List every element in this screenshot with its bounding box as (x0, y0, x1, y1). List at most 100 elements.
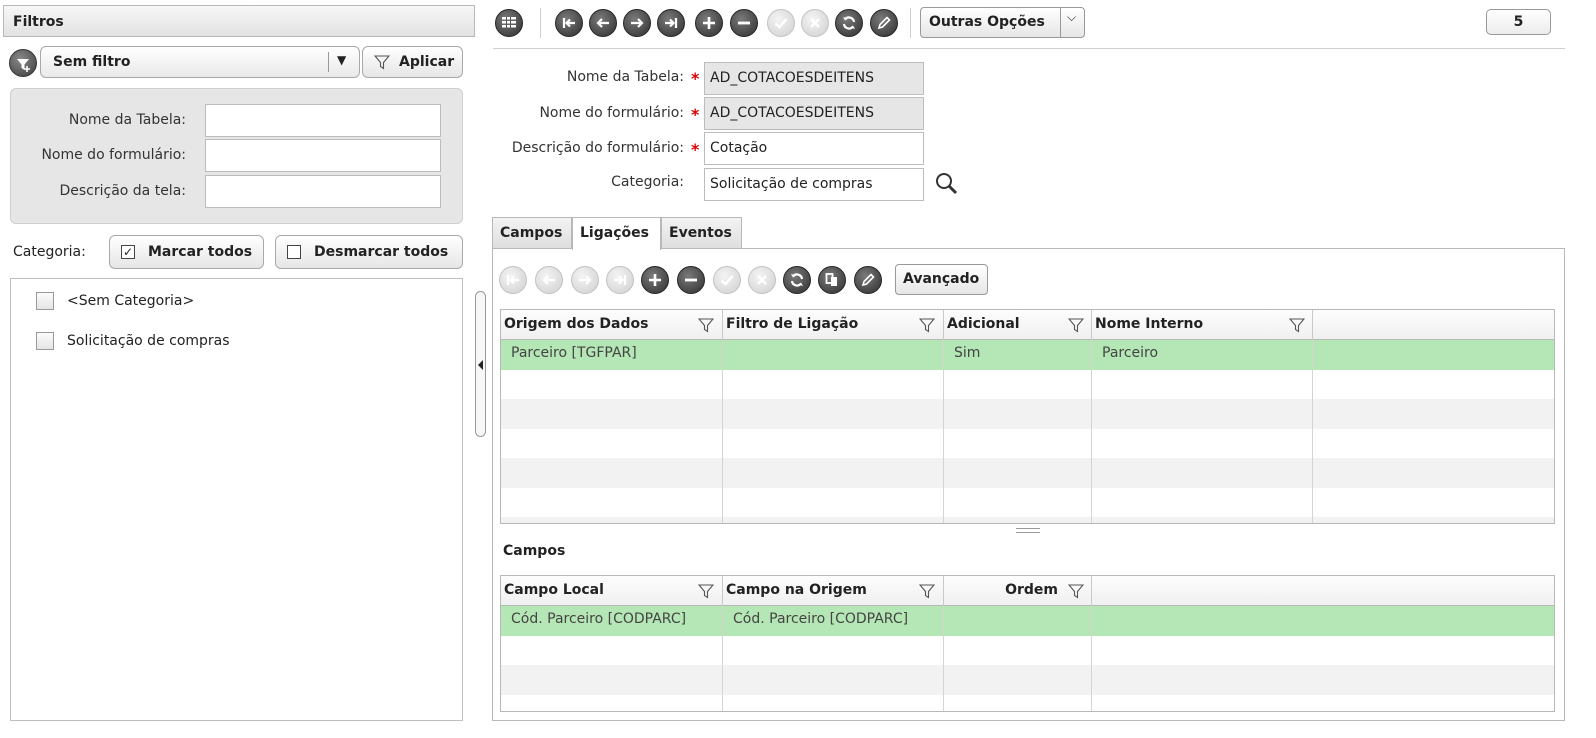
record-counter[interactable]: 5 (1486, 9, 1551, 35)
column-filter-icon[interactable] (919, 318, 935, 333)
filter-form-name-label: Nome do formulário: (41, 147, 186, 163)
links-grid-header: Origem dos Dados Filtro de Ligação Adici… (501, 310, 1554, 340)
category-field-label: Categoria: (611, 174, 684, 190)
column-divider (1091, 606, 1092, 711)
cancel-icon[interactable] (801, 9, 829, 37)
confirm-icon[interactable] (713, 266, 741, 294)
column-header-adicional[interactable]: Adicional (944, 310, 1092, 340)
column-header-campo-origem[interactable]: Campo na Origem (723, 576, 944, 606)
form-description-field[interactable]: Cotação (704, 132, 924, 165)
table-row[interactable]: Cód. Parceiro [CODPARC] Cód. Parceiro [C… (501, 606, 1554, 636)
table-name-field[interactable]: AD_COTACOESDEITENS (704, 62, 924, 95)
toolbar-divider (910, 8, 911, 38)
links-grid: Origem dos Dados Filtro de Ligação Adici… (500, 309, 1555, 524)
column-filter-icon[interactable] (1068, 584, 1084, 599)
mark-all-label: Marcar todos (148, 244, 253, 260)
unchecked-box-icon (287, 245, 301, 259)
search-icon[interactable] (934, 171, 960, 197)
cancel-icon[interactable] (748, 266, 776, 294)
remove-icon[interactable] (730, 9, 758, 37)
empty-row (501, 370, 1554, 400)
column-filter-icon[interactable] (698, 584, 714, 599)
tab-eventos[interactable]: Eventos (661, 217, 742, 249)
column-header-nome-interno[interactable]: Nome Interno (1092, 310, 1313, 340)
grid-icon[interactable] (495, 9, 523, 37)
toolbar-divider-line (493, 48, 1565, 49)
filter-select[interactable]: Sem filtro (40, 46, 360, 78)
next-record-icon[interactable] (571, 266, 599, 294)
column-filter-icon[interactable] (1068, 318, 1084, 333)
table-cell (723, 340, 733, 370)
add-icon[interactable] (641, 266, 669, 294)
first-record-icon[interactable] (555, 9, 583, 37)
filter-table-name-input[interactable] (205, 104, 441, 137)
previous-record-icon[interactable] (535, 266, 563, 294)
table-row[interactable]: Parceiro [TGFPAR] Sim Parceiro (501, 340, 1554, 370)
next-record-icon[interactable] (623, 9, 651, 37)
empty-row (501, 399, 1554, 429)
category-checkbox[interactable] (36, 332, 54, 350)
empty-row (501, 695, 1554, 711)
category-checkbox[interactable] (36, 292, 54, 310)
column-divider (943, 606, 944, 711)
funnel-icon (374, 55, 390, 70)
last-record-icon[interactable] (657, 9, 685, 37)
column-header-origem[interactable]: Origem dos Dados (501, 310, 723, 340)
copy-icon[interactable] (818, 266, 846, 294)
toolbar-divider (540, 8, 541, 38)
edit-icon[interactable] (854, 266, 882, 294)
column-filter-icon[interactable] (919, 584, 935, 599)
fields-grid: Campo Local Campo na Origem Ordem Cód. P… (500, 575, 1555, 712)
column-divider (722, 606, 723, 711)
more-options-label: Outras Opções (929, 14, 1045, 30)
filter-add-icon[interactable] (9, 49, 37, 77)
table-cell: Sim (954, 345, 981, 361)
advanced-button[interactable]: Avançado (895, 264, 988, 295)
last-record-icon[interactable] (606, 266, 634, 294)
table-cell (944, 606, 954, 636)
filter-screen-desc-input[interactable] (205, 175, 441, 208)
empty-row (501, 517, 1554, 523)
collapse-left-icon[interactable] (478, 360, 483, 370)
tab-campos[interactable]: Campos (492, 217, 572, 249)
fields-grid-header: Campo Local Campo na Origem Ordem (501, 576, 1554, 606)
grid-resize-handle[interactable] (1016, 528, 1040, 533)
column-header-ordem[interactable]: Ordem (944, 576, 1092, 606)
category-label: Categoria: (13, 244, 86, 260)
checked-box-icon: ✓ (121, 245, 135, 259)
category-field[interactable]: Solicitação de compras (704, 168, 924, 201)
column-header-label: Campo Local (504, 582, 604, 598)
edit-icon[interactable] (870, 9, 898, 37)
empty-row (501, 488, 1554, 518)
empty-row (501, 665, 1554, 695)
column-header-campo-local[interactable]: Campo Local (501, 576, 723, 606)
confirm-icon[interactable] (767, 9, 795, 37)
column-header-label: Filtro de Ligação (726, 316, 859, 332)
table-cell: Parceiro [TGFPAR] (511, 345, 637, 361)
mark-all-button[interactable]: ✓ Marcar todos (109, 235, 264, 269)
filter-form-name-input[interactable] (205, 139, 441, 172)
column-filter-icon[interactable] (1289, 318, 1305, 333)
chevron-down-icon[interactable]: ⌵ (1067, 10, 1076, 25)
empty-row (501, 429, 1554, 459)
apply-filter-label: Aplicar (399, 54, 455, 70)
category-item-label: Solicitação de compras (67, 333, 230, 349)
column-filter-icon[interactable] (698, 318, 714, 333)
remove-icon[interactable] (677, 266, 705, 294)
unmark-all-button[interactable]: Desmarcar todos (275, 235, 463, 269)
tab-ligacoes[interactable]: Ligações (572, 217, 661, 250)
unmark-all-label: Desmarcar todos (314, 244, 449, 260)
refresh-icon[interactable] (783, 266, 811, 294)
previous-record-icon[interactable] (589, 9, 617, 37)
add-icon[interactable] (695, 9, 723, 37)
refresh-icon[interactable] (835, 9, 863, 37)
first-record-icon[interactable] (499, 266, 527, 294)
column-divider (722, 340, 723, 523)
column-divider (943, 340, 944, 523)
apply-filter-button[interactable]: Aplicar (362, 46, 463, 78)
column-divider (1312, 340, 1313, 523)
column-divider (1091, 340, 1092, 523)
column-header-filtro[interactable]: Filtro de Ligação (723, 310, 944, 340)
chevron-down-icon[interactable]: ▼ (337, 53, 346, 67)
form-name-field[interactable]: AD_COTACOESDEITENS (704, 97, 924, 130)
